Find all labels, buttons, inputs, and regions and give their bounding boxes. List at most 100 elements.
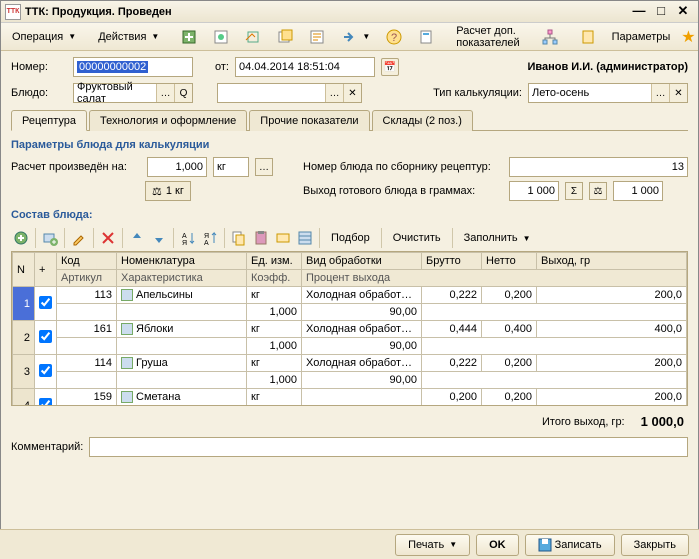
favorite-icon[interactable]: ★	[681, 27, 695, 47]
item-icon	[121, 289, 133, 301]
grid-icon-b[interactable]	[295, 228, 315, 248]
calc-on-value[interactable]: 1,000	[147, 157, 207, 177]
main-toolbar: Операция▼ Действия▼ ▼ ? Расчет доп. пока…	[1, 23, 698, 51]
fill-button[interactable]: Заполнить▼	[457, 227, 538, 249]
close-button[interactable]: ✕	[672, 3, 694, 21]
table-row[interactable]: 3114ГрушакгХолодная обработ…0,2220,20020…	[13, 355, 687, 372]
toolbar-icon-4[interactable]	[270, 26, 300, 48]
dish-num-label: Номер блюда по сборнику рецептур:	[303, 161, 503, 173]
comment-label: Комментарий:	[11, 441, 83, 453]
dish-input[interactable]: Фруктовый салат … Q	[73, 83, 193, 103]
table-subrow[interactable]: 1,00090,00	[13, 372, 687, 389]
row-check[interactable]	[39, 398, 52, 406]
dish-select-icon[interactable]: …	[156, 84, 174, 102]
clear-button[interactable]: Очистить	[386, 227, 448, 249]
yield-input-1[interactable]: 1 000	[509, 181, 559, 201]
help-button[interactable]: ?	[379, 26, 409, 48]
delete-row-icon[interactable]	[98, 228, 118, 248]
col-brutto[interactable]: Брутто	[422, 253, 482, 270]
toolbar-icon-2[interactable]	[206, 26, 236, 48]
params-button[interactable]: Параметры	[605, 26, 678, 48]
user-label: Иванов И.И. (администратор)	[527, 61, 688, 73]
toolbar-icon-1[interactable]	[174, 26, 204, 48]
save-button[interactable]: Записать	[525, 534, 615, 556]
titlebar: ТТК ТТК: Продукция. Проведен — □ ✕	[1, 1, 698, 23]
col-articul[interactable]: Артикул	[57, 270, 117, 287]
toolbar-icon-6[interactable]: ▼	[334, 26, 377, 48]
yield-input-2[interactable]: 1 000	[613, 181, 663, 201]
move-down-icon[interactable]	[149, 228, 169, 248]
toolbar-icon-tree[interactable]	[535, 26, 565, 48]
grid-icon-a[interactable]	[273, 228, 293, 248]
table-row[interactable]: 2161ЯблокикгХолодная обработ…0,4440,4004…	[13, 321, 687, 338]
print-button[interactable]: Печать▼	[395, 534, 470, 556]
col-check[interactable]: +	[35, 253, 57, 287]
calc-extra-button[interactable]: Расчет доп. показателей	[449, 26, 526, 48]
calendar-icon[interactable]: 📅	[381, 58, 399, 76]
clear-icon[interactable]: ✕	[669, 84, 687, 102]
row-check[interactable]	[39, 330, 52, 343]
toolbar-icon-3[interactable]	[238, 26, 268, 48]
col-nomen[interactable]: Номенклатура	[117, 253, 247, 270]
col-n[interactable]: N	[13, 253, 35, 287]
number-input[interactable]: 00000000002	[73, 57, 193, 77]
toolbar-icon-doc[interactable]	[573, 26, 603, 48]
add-row-icon[interactable]	[11, 228, 31, 248]
params-section-title: Параметры блюда для калькуляции	[11, 139, 688, 151]
dish-label: Блюдо:	[11, 87, 67, 99]
table-row[interactable]: 4159Сметанакг0,2000,200200,0	[13, 389, 687, 406]
calc-on-unit[interactable]: кг	[213, 157, 249, 177]
col-char[interactable]: Характеристика	[117, 270, 247, 287]
table-row[interactable]: 1113АпельсиныкгХолодная обработ…0,2220,2…	[13, 287, 687, 304]
tab-stores[interactable]: Склады (2 поз.)	[372, 110, 473, 131]
svg-text:?: ?	[391, 32, 397, 44]
move-up-icon[interactable]	[127, 228, 147, 248]
dish-num-input[interactable]: 13	[509, 157, 688, 177]
date-input[interactable]: 04.04.2014 18:51:04	[235, 57, 375, 77]
col-procout[interactable]: Процент выхода	[302, 270, 687, 287]
col-code[interactable]: Код	[57, 253, 117, 270]
table-subrow[interactable]: 1,00090,00	[13, 338, 687, 355]
toolbar-icon-5[interactable]	[302, 26, 332, 48]
operation-menu[interactable]: Операция▼	[5, 26, 83, 48]
col-proc[interactable]: Вид обработки	[302, 253, 422, 270]
grid[interactable]: N + Код Номенклатура Ед. изм. Вид обрабо…	[11, 251, 688, 406]
col-koef[interactable]: Коэфф.	[247, 270, 302, 287]
unit-select-icon[interactable]: …	[255, 158, 273, 176]
select-icon[interactable]: …	[325, 84, 343, 102]
sort-desc-icon[interactable]: ЯA	[200, 228, 220, 248]
podbor-button[interactable]: Подбор	[324, 227, 377, 249]
actions-menu[interactable]: Действия▼	[91, 26, 166, 48]
footer: Печать▼ OK Записать Закрыть	[0, 529, 699, 559]
col-unit[interactable]: Ед. изм.	[247, 253, 302, 270]
close-button[interactable]: Закрыть	[621, 534, 689, 556]
tab-other[interactable]: Прочие показатели	[249, 110, 369, 131]
comment-input[interactable]	[89, 437, 688, 457]
calc-type-input[interactable]: Лето-осень … ✕	[528, 83, 688, 103]
clear-icon[interactable]: ✕	[343, 84, 361, 102]
number-label: Номер:	[11, 61, 67, 73]
dish-search-icon[interactable]: Q	[174, 84, 192, 102]
table-subrow[interactable]: 1,00090,00	[13, 304, 687, 321]
tab-recipe[interactable]: Рецептура	[11, 110, 87, 131]
kg-button[interactable]: ⚖1 кг	[145, 181, 191, 201]
toolbar-icon-8[interactable]	[411, 26, 441, 48]
sort-asc-icon[interactable]: AЯ	[178, 228, 198, 248]
copy-icon[interactable]	[229, 228, 249, 248]
tab-tech[interactable]: Технология и оформление	[89, 110, 247, 131]
paste-icon[interactable]	[251, 228, 271, 248]
maximize-button[interactable]: □	[650, 3, 672, 21]
ok-button[interactable]: OK	[476, 534, 519, 556]
edit-row-icon[interactable]	[69, 228, 89, 248]
minimize-button[interactable]: —	[628, 3, 650, 21]
weight-icon[interactable]: ⚖	[589, 182, 607, 200]
row-check[interactable]	[39, 364, 52, 377]
secondary-input[interactable]: … ✕	[217, 83, 362, 103]
row-check[interactable]	[39, 296, 52, 309]
total-label: Итого выход, гр:	[542, 416, 625, 428]
col-out[interactable]: Выход, гр	[537, 253, 687, 270]
sigma-icon[interactable]: Σ	[565, 182, 583, 200]
insert-row-icon[interactable]	[40, 228, 60, 248]
select-icon[interactable]: …	[651, 84, 669, 102]
col-netto[interactable]: Нетто	[482, 253, 537, 270]
